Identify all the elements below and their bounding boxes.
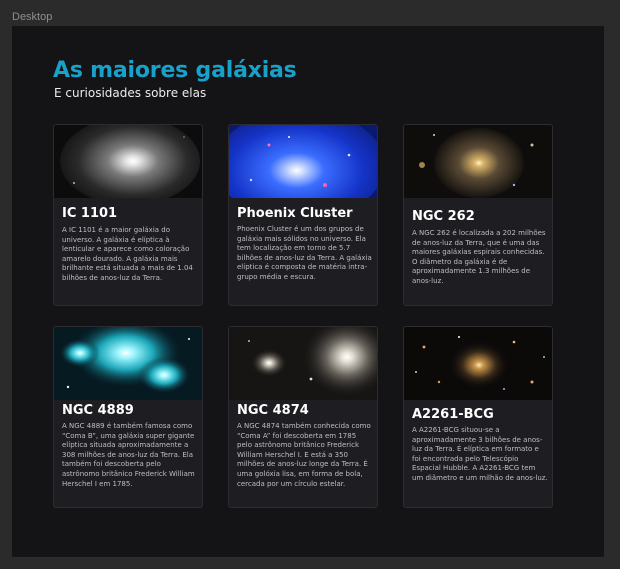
galaxy-description: A NGC 4889 é também famosa como “Coma B”… <box>62 422 195 488</box>
galaxy-image-a2261-bcg <box>404 327 552 400</box>
galaxy-image-ngc-262 <box>404 125 552 198</box>
galaxy-description: A IC 1101 é a maior galáxia do universo.… <box>62 226 193 282</box>
galaxy-name: NGC 262 <box>412 209 475 224</box>
galaxy-image-ngc-4889 <box>54 327 202 400</box>
galaxy-card-a2261-bcg: A2261-BCG A A2261-BCG situou-se a aproxi… <box>403 326 553 508</box>
page-title: As maiores galáxias <box>53 58 297 83</box>
galaxy-card-phoenix-cluster: Phoenix Cluster Phoenix Cluster é um dos… <box>228 124 378 306</box>
galaxy-image-ngc-4874 <box>229 327 377 400</box>
galaxy-name: IC 1101 <box>62 206 118 221</box>
galaxy-card-ngc-262: NGC 262 A NGC 262 é localizada a 202 mil… <box>403 124 553 306</box>
galaxy-description: A A2261-BCG situou-se a aproximadamente … <box>412 426 548 482</box>
galaxy-card-ngc-4874: NGC 4874 A NGC 4874 também conhecida com… <box>228 326 378 508</box>
galaxy-name: NGC 4874 <box>237 403 309 418</box>
galaxy-card-ngc-4889: NGC 4889 A NGC 4889 é também famosa como… <box>53 326 203 508</box>
galaxy-description: Phoenix Cluster é um dos grupos de galáx… <box>237 225 372 281</box>
galaxy-description: A NGC 4874 também conhecida como “Coma A… <box>237 422 371 488</box>
galaxy-card-ic-1101: IC 1101 A IC 1101 é a maior galáxia do u… <box>53 124 203 306</box>
galaxy-name: NGC 4889 <box>62 403 134 418</box>
desktop-frame: As maiores galáxias E curiosidades sobre… <box>12 26 604 557</box>
galaxy-name: A2261-BCG <box>412 407 494 422</box>
galaxy-description: A NGC 262 é localizada a 202 milhões de … <box>412 229 546 285</box>
galaxy-image-ic-1101 <box>54 125 202 198</box>
frame-label: Desktop <box>12 11 53 23</box>
page-subtitle: E curiosidades sobre elas <box>54 86 207 100</box>
galaxy-image-phoenix-cluster <box>229 125 377 198</box>
galaxy-name: Phoenix Cluster <box>237 206 353 221</box>
